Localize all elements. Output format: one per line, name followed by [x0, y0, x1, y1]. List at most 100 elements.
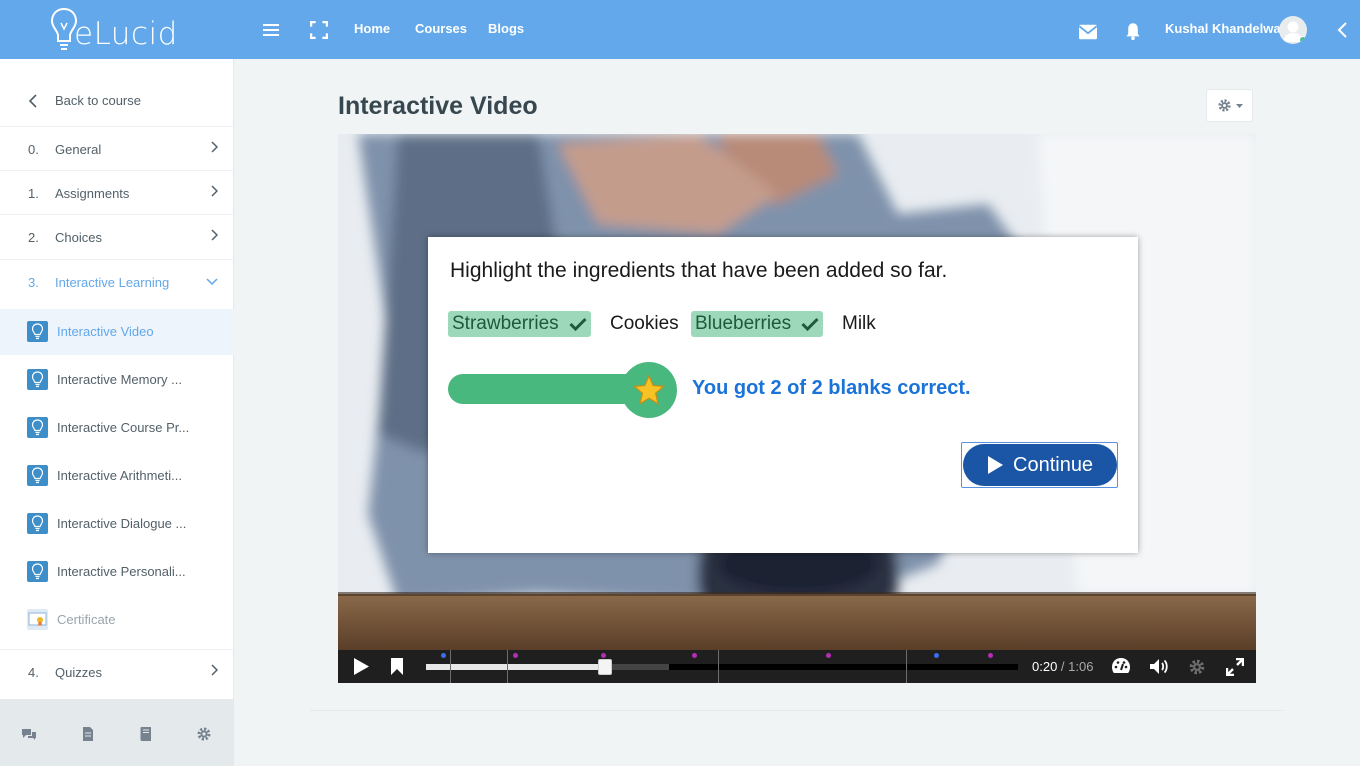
chevron-left-icon[interactable]: [1333, 21, 1351, 39]
player-settings-icon[interactable]: [1188, 658, 1206, 676]
nav-blogs[interactable]: Blogs: [488, 21, 524, 36]
section-choices[interactable]: 2. Choices: [0, 214, 234, 258]
score-star-badge: [621, 362, 677, 418]
interaction-marker[interactable]: [513, 653, 518, 658]
section-number: 3.: [28, 275, 39, 290]
continue-focus-ring: Continue: [961, 442, 1118, 488]
lightbulb-icon: [27, 465, 48, 486]
sidebar-item-interactive-video[interactable]: Interactive Video: [0, 309, 234, 355]
interaction-marker[interactable]: [826, 653, 831, 658]
settings-dropdown-button[interactable]: [1206, 89, 1253, 122]
section-label: Interactive Learning: [55, 275, 170, 290]
sidebar-item-interactive-dialogue[interactable]: Interactive Dialogue ...: [0, 501, 234, 547]
chevron-right-icon: [211, 664, 218, 676]
word-text: Strawberries: [452, 313, 559, 334]
word-blueberries[interactable]: Blueberries: [691, 311, 824, 337]
nav-home[interactable]: Home: [354, 21, 390, 36]
volume-icon[interactable]: [1149, 658, 1169, 675]
playback-speed-icon[interactable]: [1111, 657, 1131, 675]
section-label: General: [55, 142, 102, 157]
section-interactive-learning[interactable]: 3. Interactive Learning: [0, 259, 234, 303]
chevron-right-icon: [211, 141, 218, 153]
sidebar-item-label: Interactive Video: [57, 324, 154, 339]
certificate-icon: [27, 609, 48, 630]
check-icon: [569, 317, 587, 331]
play-icon: [988, 456, 1003, 474]
current-time: 0:20: [1032, 659, 1058, 674]
video-timeline[interactable]: [426, 650, 1018, 683]
chat-icon[interactable]: [21, 726, 37, 742]
settings-icon[interactable]: [196, 726, 212, 742]
sidebar-item-interactive-memory[interactable]: Interactive Memory ...: [0, 357, 234, 403]
sidebar-item-interactive-personality[interactable]: Interactive Personali...: [0, 549, 234, 595]
section-label: Assignments: [55, 186, 130, 201]
timeline-handle[interactable]: [598, 659, 613, 675]
page-title: Interactive Video: [338, 92, 538, 120]
section-quizzes[interactable]: 4. Quizzes: [0, 649, 234, 699]
section-assignments[interactable]: 1. Assignments: [0, 170, 234, 214]
lightbulb-icon: [27, 369, 48, 390]
logo[interactable]: eLucid: [50, 2, 178, 56]
bell-icon[interactable]: [1124, 22, 1142, 40]
duration: 1:06: [1068, 659, 1094, 674]
time-display: 0:20 / 1:06: [1032, 659, 1093, 674]
fullscreen-icon[interactable]: [1226, 658, 1244, 676]
sidebar-item-label: Interactive Dialogue ...: [57, 516, 187, 531]
section-label: Choices: [55, 230, 102, 245]
top-navbar: eLucid Home Courses Blogs Kushal Khandel…: [0, 0, 1360, 59]
section-label: Quizzes: [55, 665, 102, 680]
timeline-tick: [507, 650, 508, 683]
sidebar-item-label: Interactive Memory ...: [57, 372, 182, 387]
timeline-tick: [906, 650, 907, 683]
book-icon[interactable]: [138, 726, 154, 742]
section-number: 0.: [28, 142, 39, 157]
lightbulb-icon: [27, 417, 48, 438]
sidebar-item-certificate[interactable]: Certificate: [0, 597, 234, 643]
file-icon[interactable]: [80, 726, 96, 742]
continue-label: Continue: [1013, 453, 1094, 476]
fullscreen-icon[interactable]: [310, 21, 328, 39]
mail-icon[interactable]: [1079, 23, 1097, 41]
interaction-marker[interactable]: [934, 653, 939, 658]
interaction-marker[interactable]: [692, 653, 697, 658]
sidebar-item-label: Interactive Personali...: [57, 564, 186, 579]
timeline-tick: [718, 650, 719, 683]
back-to-course-link[interactable]: Back to course: [0, 77, 234, 123]
logo-text: eLucid: [74, 16, 178, 52]
gear-icon: [1217, 99, 1231, 112]
play-icon[interactable]: [353, 658, 369, 675]
lightbulb-icon: [27, 561, 48, 582]
section-general[interactable]: 0. General: [0, 126, 234, 170]
sidebar-item-label: Interactive Arithmeti...: [57, 468, 182, 483]
continue-button[interactable]: Continue: [963, 444, 1117, 486]
nav-courses[interactable]: Courses: [415, 21, 467, 36]
star-icon: [633, 374, 665, 405]
bookmark-icon[interactable]: [390, 658, 404, 675]
time-separator: /: [1057, 659, 1069, 674]
section-number: 1.: [28, 186, 39, 201]
interaction-marker[interactable]: [601, 653, 606, 658]
sidebar-item-interactive-course[interactable]: Interactive Course Pr...: [0, 405, 234, 451]
timeline-played: [426, 664, 606, 670]
interaction-marker[interactable]: [441, 653, 446, 658]
caret-down-icon: [1235, 103, 1243, 108]
chevron-right-icon: [211, 229, 218, 241]
word-cookies[interactable]: Cookies: [610, 311, 679, 337]
word-text: Blueberries: [695, 313, 792, 334]
interaction-dialog: Highlight the ingredients that have been…: [428, 237, 1138, 553]
interaction-marker[interactable]: [988, 653, 993, 658]
avatar[interactable]: [1279, 16, 1307, 44]
word-milk[interactable]: Milk: [842, 311, 876, 337]
online-status-dot: [1299, 36, 1307, 44]
word-strawberries[interactable]: Strawberries: [448, 311, 591, 337]
sidebar-item-interactive-arithmetic[interactable]: Interactive Arithmeti...: [0, 453, 234, 499]
question-text: Highlight the ingredients that have been…: [450, 259, 948, 282]
user-name[interactable]: Kushal Khandelwal: [1165, 21, 1284, 36]
section-number: 2.: [28, 230, 39, 245]
sidebar-item-label: Certificate: [57, 612, 116, 627]
chevron-right-icon: [211, 185, 218, 197]
timeline-tick: [450, 650, 451, 683]
back-label: Back to course: [55, 93, 141, 108]
lightbulb-icon: [27, 513, 48, 534]
menu-icon[interactable]: [262, 21, 280, 39]
